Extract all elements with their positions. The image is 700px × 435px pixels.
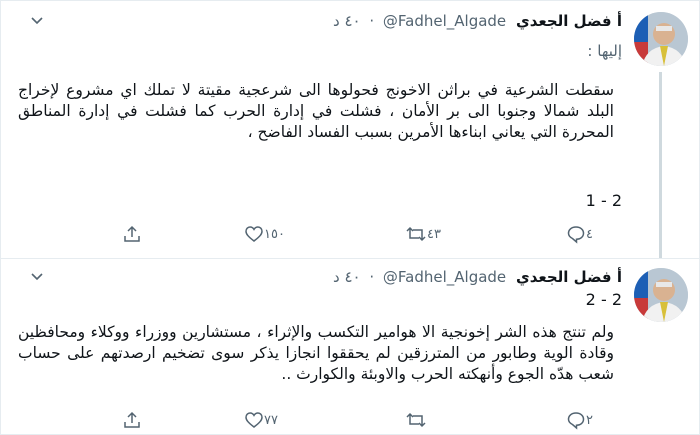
like-count: ١٥٠ [264, 226, 285, 242]
reply-icon [566, 224, 586, 244]
reply-icon [566, 410, 586, 430]
avatar[interactable] [634, 268, 688, 322]
author-handle[interactable]: @Fadhel_Algade [383, 268, 506, 286]
tweet-time[interactable]: ٤٠ د [333, 12, 361, 30]
tweet-actions: ٢ ٧٧ [0, 407, 700, 433]
retweet-count: ٤٣ [427, 226, 441, 242]
like-button[interactable]: ١٥٠ [244, 221, 293, 247]
separator-dot: · [369, 12, 375, 30]
retweet-button[interactable] [405, 407, 435, 433]
tweet[interactable]: أ فضل الجعدي @Fadhel_Algade · ٤٠ د 2 - 2… [0, 258, 700, 435]
reply-button[interactable]: ٢ [566, 407, 601, 433]
avatar-image [634, 268, 688, 322]
heart-icon [244, 224, 264, 244]
thread-counter: 2 - 2 [585, 290, 622, 309]
author-name[interactable]: أ فضل الجعدي [516, 12, 622, 30]
share-button[interactable] [122, 221, 142, 247]
tweet-time[interactable]: ٤٠ د [333, 268, 361, 286]
tweet-text: ولم تنتج هذه الشر إخونجية الا هوامير الت… [18, 323, 614, 383]
avatar-image [634, 12, 688, 66]
tweet-actions: ٤ ٤٣ ١٥٠ [0, 221, 700, 247]
share-icon [122, 410, 142, 430]
share-icon [122, 224, 142, 244]
tweet-header: أ فضل الجعدي @Fadhel_Algade · ٤٠ د [333, 12, 622, 34]
retweet-button[interactable]: ٤٣ [405, 221, 449, 247]
reply-to-label: إليها : [587, 42, 622, 60]
author-handle[interactable]: @Fadhel_Algade [383, 12, 506, 30]
more-options-icon[interactable] [30, 270, 44, 286]
like-button[interactable]: ٧٧ [244, 407, 286, 433]
thread-counter: 2 - 1 [585, 191, 622, 210]
reply-count: ٤ [586, 226, 593, 242]
reply-context: إليها : [587, 42, 622, 60]
like-count: ٧٧ [264, 412, 278, 428]
tweet[interactable]: أ فضل الجعدي @Fadhel_Algade · ٤٠ د إليها… [0, 0, 700, 259]
reply-button[interactable]: ٤ [566, 221, 601, 247]
reply-count: ٢ [586, 412, 593, 428]
author-name[interactable]: أ فضل الجعدي [516, 268, 622, 286]
separator-dot: · [369, 268, 375, 286]
retweet-icon [405, 410, 427, 430]
heart-icon [244, 410, 264, 430]
tweet-text: سقطت الشرعية في براثن الاخونج فحولوها ال… [18, 81, 614, 141]
avatar[interactable] [634, 12, 688, 66]
retweet-icon [405, 224, 427, 244]
more-options-icon[interactable] [30, 14, 44, 30]
tweet-header: أ فضل الجعدي @Fadhel_Algade · ٤٠ د [333, 268, 622, 290]
share-button[interactable] [122, 407, 142, 433]
